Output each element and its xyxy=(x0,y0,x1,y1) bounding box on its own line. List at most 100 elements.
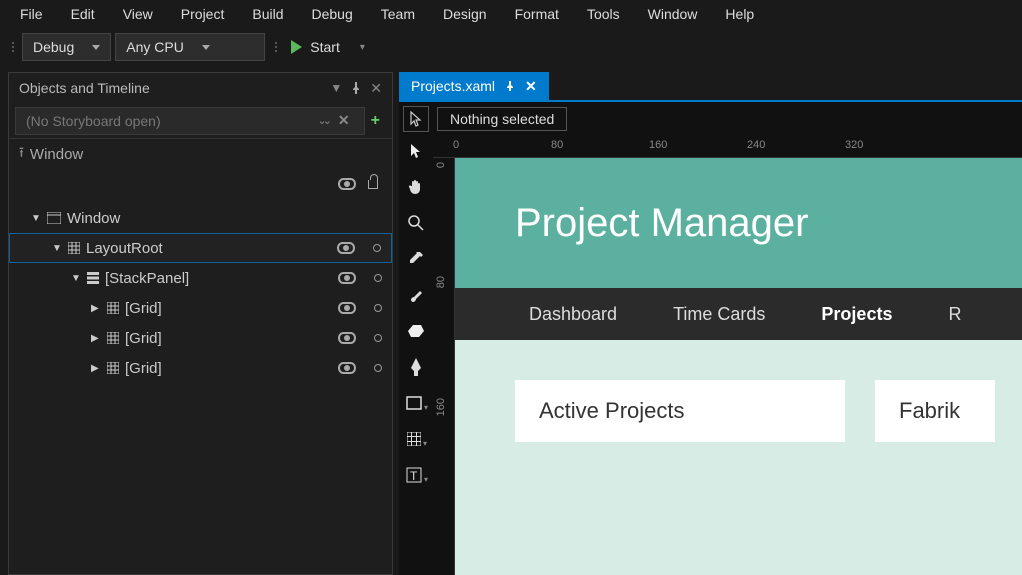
panel-dropdown-icon[interactable]: ▼ xyxy=(330,81,342,95)
visibility-column-icon[interactable] xyxy=(338,178,356,190)
panel-title: Objects and Timeline xyxy=(19,80,322,96)
design-canvas[interactable]: Project Manager Dashboard Time Cards Pro… xyxy=(455,158,1022,575)
close-icon[interactable]: ✕ xyxy=(370,80,382,97)
double-chevron-down-icon: ⌄⌄ xyxy=(317,114,327,127)
tree-item-layoutroot[interactable]: ▼ LayoutRoot xyxy=(9,233,392,263)
pen-tool-icon[interactable] xyxy=(405,356,427,378)
expander-icon[interactable]: ▼ xyxy=(71,273,81,284)
layout-tool-icon[interactable]: ▾ xyxy=(405,428,427,450)
tree-item-grid[interactable]: ▶ [Grid] xyxy=(9,353,392,383)
designer-toolbox: ▾ ▾ T▾ xyxy=(399,136,433,575)
brush-tool-icon[interactable] xyxy=(405,284,427,306)
visibility-icon[interactable] xyxy=(337,242,355,254)
text-tool-icon[interactable]: T▾ xyxy=(405,464,427,486)
ruler-tick: 320 xyxy=(845,139,863,151)
menu-team[interactable]: Team xyxy=(367,2,429,26)
nav-timecards[interactable]: Time Cards xyxy=(673,304,765,325)
record-dot-icon[interactable] xyxy=(374,304,382,312)
object-tree: ▼ Window ▼ LayoutRoot xyxy=(9,199,392,574)
pin-icon[interactable] xyxy=(505,81,515,91)
menu-window[interactable]: Window xyxy=(634,2,712,26)
record-dot-icon[interactable] xyxy=(374,364,382,372)
storyboard-row: (No Storyboard open) ⌄⌄ ✕ + xyxy=(9,103,392,139)
add-storyboard-button[interactable]: + xyxy=(371,112,380,130)
scope-row[interactable]: ⭱ Window xyxy=(9,139,392,169)
zoom-tool-icon[interactable] xyxy=(405,212,427,234)
toolbar-overflow-icon[interactable]: ▾ xyxy=(360,42,365,53)
menu-file[interactable]: File xyxy=(6,2,57,26)
play-icon xyxy=(291,40,302,54)
tree-item-stackpanel[interactable]: ▼ [StackPanel] xyxy=(9,263,392,293)
menu-bar: File Edit View Project Build Debug Team … xyxy=(0,0,1022,28)
tree-label: [Grid] xyxy=(125,300,162,317)
app-header: Project Manager xyxy=(455,158,1022,288)
menu-edit[interactable]: Edit xyxy=(57,2,109,26)
design-surface: ▾ ▾ T▾ 0 80 160 240 320 0 80 160 xyxy=(399,136,1022,575)
pin-icon[interactable] xyxy=(350,82,362,94)
menu-help[interactable]: Help xyxy=(711,2,768,26)
eyedropper-tool-icon[interactable] xyxy=(405,248,427,270)
lock-column-icon[interactable] xyxy=(368,180,378,189)
tree-label: [StackPanel] xyxy=(105,270,189,287)
ruler-tick: 0 xyxy=(435,162,447,168)
menu-project[interactable]: Project xyxy=(167,2,239,26)
document-tab-projects[interactable]: Projects.xaml ✕ xyxy=(399,72,549,100)
menu-design[interactable]: Design xyxy=(429,2,501,26)
rectangle-tool-icon[interactable]: ▾ xyxy=(405,392,427,414)
menu-debug[interactable]: Debug xyxy=(298,2,367,26)
menu-view[interactable]: View xyxy=(109,2,167,26)
record-dot-icon[interactable] xyxy=(374,274,382,282)
expander-icon[interactable]: ▼ xyxy=(52,243,62,254)
storyboard-dropdown[interactable]: (No Storyboard open) ⌄⌄ ✕ xyxy=(15,107,365,135)
pan-tool-icon[interactable] xyxy=(405,176,427,198)
clear-icon[interactable]: ✕ xyxy=(334,112,354,129)
tree-label: Window xyxy=(67,210,120,227)
svg-text:T: T xyxy=(410,469,418,483)
expander-icon[interactable]: ▶ xyxy=(91,333,101,344)
toolbar-grip-icon xyxy=(6,42,18,52)
visibility-icon[interactable] xyxy=(338,332,356,344)
record-dot-icon[interactable] xyxy=(374,334,382,342)
tree-item-grid[interactable]: ▶ [Grid] xyxy=(9,293,392,323)
menu-build[interactable]: Build xyxy=(238,2,297,26)
start-button[interactable]: Start xyxy=(285,39,356,55)
editor-area: Projects.xaml ✕ Nothing selected xyxy=(399,72,1022,575)
canvas-wrap: 0 80 160 240 320 0 80 160 Project Manage… xyxy=(433,136,1022,575)
tab-label: Projects.xaml xyxy=(411,78,495,94)
ruler-tick: 80 xyxy=(551,139,563,151)
pointer-tool-icon[interactable] xyxy=(405,140,427,162)
app-title: Project Manager xyxy=(515,201,808,246)
tree-label: [Grid] xyxy=(125,360,162,377)
expander-icon[interactable]: ▶ xyxy=(91,303,101,314)
visibility-icon[interactable] xyxy=(338,302,356,314)
close-icon[interactable]: ✕ xyxy=(525,78,537,95)
platform-dropdown[interactable]: Any CPU xyxy=(115,33,265,61)
ruler-horizontal: 0 80 160 240 320 xyxy=(433,136,1022,158)
eraser-tool-icon[interactable] xyxy=(405,320,427,342)
grid-icon xyxy=(107,332,119,344)
card-active-projects[interactable]: Active Projects xyxy=(515,380,845,442)
nav-dashboard[interactable]: Dashboard xyxy=(529,304,617,325)
menu-format[interactable]: Format xyxy=(501,2,573,26)
tree-label: LayoutRoot xyxy=(86,240,163,257)
visibility-icon[interactable] xyxy=(338,272,356,284)
record-dot-icon[interactable] xyxy=(373,244,381,252)
nav-projects[interactable]: Projects xyxy=(821,304,892,325)
expander-icon[interactable]: ▶ xyxy=(91,363,101,374)
app-nav: Dashboard Time Cards Projects R xyxy=(455,288,1022,340)
tree-header-icons xyxy=(9,169,392,199)
nav-reports[interactable]: R xyxy=(948,304,961,325)
menu-tools[interactable]: Tools xyxy=(573,2,634,26)
card-fabrikam[interactable]: Fabrik xyxy=(875,380,995,442)
grid-icon xyxy=(107,362,119,374)
expander-icon[interactable]: ▼ xyxy=(31,213,41,224)
cards-row: Active Projects Fabrik xyxy=(455,340,1022,442)
tree-item-grid[interactable]: ▶ [Grid] xyxy=(9,323,392,353)
tree-item-window[interactable]: ▼ Window xyxy=(9,203,392,233)
scope-up-icon: ⭱ xyxy=(19,142,24,166)
selection-cursor-icon[interactable] xyxy=(403,106,429,132)
visibility-icon[interactable] xyxy=(338,362,356,374)
panel-header: Objects and Timeline ▼ ✕ xyxy=(9,73,392,103)
config-dropdown[interactable]: Debug xyxy=(22,33,111,61)
scope-label: Window xyxy=(30,146,83,163)
